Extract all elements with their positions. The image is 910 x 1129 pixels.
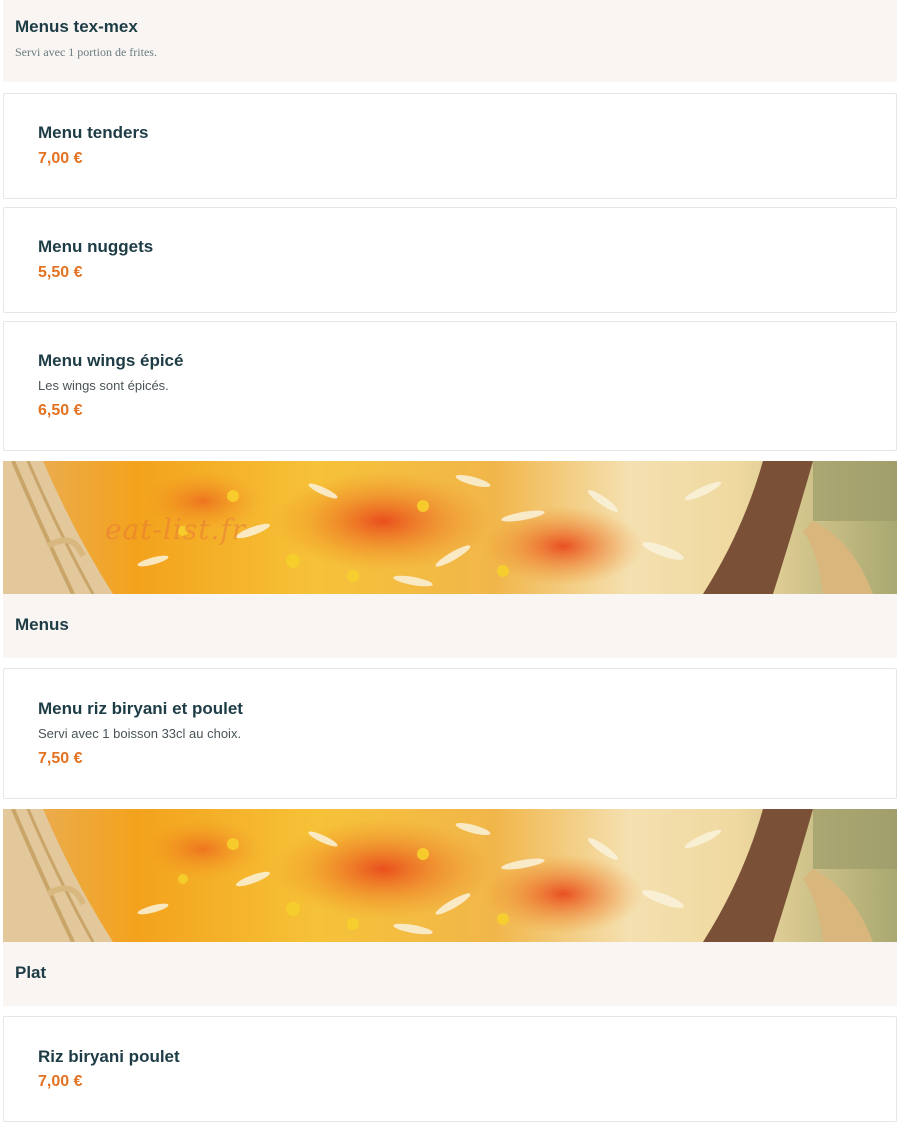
item-name: Menu riz biryani et poulet [38, 699, 243, 718]
menu-item-card-wings[interactable]: Menu wings épicé Les wings sont épicés. … [3, 321, 897, 451]
section-header-menus: Menus [3, 594, 897, 658]
item-price: 7,00 € [38, 1073, 83, 1090]
menu-item-card-riz-biryani-poulet[interactable]: Riz biryani poulet 7,00 € [3, 1016, 897, 1122]
menu-item-card-tenders[interactable]: Menu tenders 7,00 € [3, 93, 897, 199]
item-price: 6,50 € [38, 402, 83, 419]
watermark-text: eat-list.fr [105, 513, 247, 546]
item-description: Servi avec 1 boisson 33cl au choix. [38, 726, 242, 741]
category-banner-image [3, 809, 897, 942]
section-subtitle: Servi avec 1 portion de frites. [15, 45, 157, 59]
menu-item-card-riz-biryani-poulet-menu[interactable]: Menu riz biryani et poulet Servi avec 1 … [3, 668, 897, 799]
item-description: Les wings sont épicés. [38, 378, 169, 393]
section-title: Plat [15, 963, 47, 982]
section-title: Menus [15, 615, 69, 634]
item-price: 5,50 € [38, 264, 83, 281]
item-price: 7,50 € [38, 750, 83, 767]
item-name: Riz biryani poulet [38, 1047, 180, 1066]
menu-item-card-nuggets[interactable]: Menu nuggets 5,50 € [3, 207, 897, 313]
item-name: Menu wings épicé [38, 351, 184, 370]
item-name: Menu nuggets [38, 237, 154, 256]
section-header-plat: Plat [3, 942, 897, 1006]
item-name: Menu tenders [38, 123, 149, 142]
section-title: Menus tex-mex [15, 17, 138, 36]
category-banner-image: eat-list.fr [3, 461, 897, 594]
item-price: 7,00 € [38, 150, 83, 167]
section-header-menus-tex-mex: Menus tex-mex Servi avec 1 portion de fr… [3, 0, 897, 82]
